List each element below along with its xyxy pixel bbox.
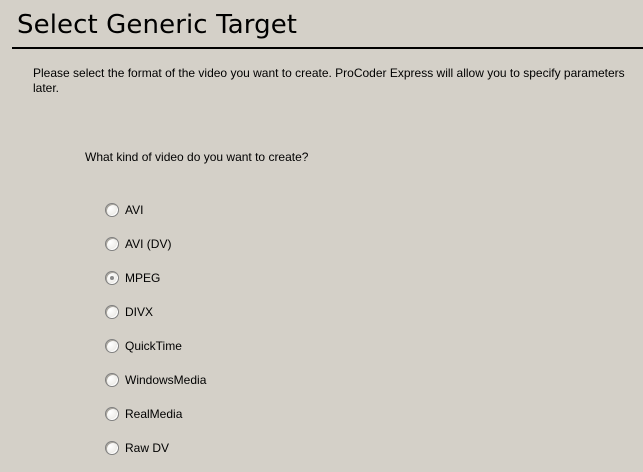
radio-label[interactable]: WindowsMedia xyxy=(125,373,206,387)
radio-label[interactable]: MPEG xyxy=(125,271,160,285)
radio-label[interactable]: RealMedia xyxy=(125,407,182,421)
radio-button[interactable] xyxy=(105,270,119,285)
radio-button[interactable] xyxy=(105,202,119,217)
radio-button[interactable] xyxy=(105,304,119,319)
page-description: Please select the format of the video yo… xyxy=(33,66,625,95)
video-kind-question: What kind of video do you want to create… xyxy=(85,150,309,164)
radio-option-avi-dv[interactable]: AVI (DV) xyxy=(105,234,206,253)
radio-option-raw-dv[interactable]: Raw DV xyxy=(105,438,206,457)
video-format-radio-group: AVI AVI (DV) MPEG DIVX QuickTime Windows… xyxy=(105,200,206,472)
radio-label[interactable]: DIVX xyxy=(125,305,153,319)
radio-label[interactable]: AVI xyxy=(125,203,143,217)
title-divider xyxy=(12,47,643,49)
radio-label[interactable]: QuickTime xyxy=(125,339,182,353)
radio-option-quicktime[interactable]: QuickTime xyxy=(105,336,206,355)
radio-button[interactable] xyxy=(105,406,119,421)
generic-target-panel: Select Generic Target Please select the … xyxy=(0,0,643,468)
page-title: Select Generic Target xyxy=(17,10,298,40)
radio-button[interactable] xyxy=(105,372,119,387)
radio-button[interactable] xyxy=(105,236,119,251)
radio-option-realmedia[interactable]: RealMedia xyxy=(105,404,206,423)
radio-button[interactable] xyxy=(105,440,119,455)
radio-label[interactable]: Raw DV xyxy=(125,441,169,455)
radio-option-divx[interactable]: DIVX xyxy=(105,302,206,321)
radio-label[interactable]: AVI (DV) xyxy=(125,237,171,251)
radio-option-windowsmedia[interactable]: WindowsMedia xyxy=(105,370,206,389)
radio-button[interactable] xyxy=(105,338,119,353)
radio-option-avi[interactable]: AVI xyxy=(105,200,206,219)
radio-option-mpeg[interactable]: MPEG xyxy=(105,268,206,287)
